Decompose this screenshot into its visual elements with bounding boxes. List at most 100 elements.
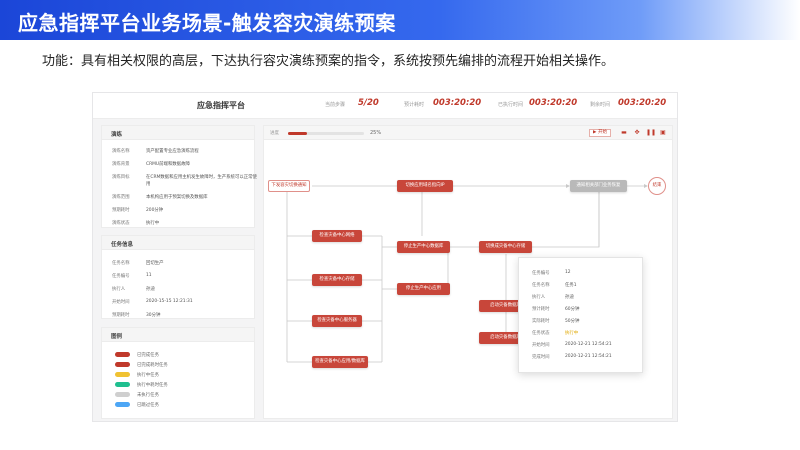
popup-row: 执行人 孙迪 <box>532 294 574 300</box>
popup-row-value: 50分钟 <box>565 319 580 324</box>
flow-node-end[interactable]: 结束 <box>648 177 666 195</box>
stat-value-remaining: 003:20:20 <box>618 98 667 108</box>
app-title: 应急指挥平台 <box>197 101 245 110</box>
legend-swatch <box>115 352 130 357</box>
drill-row-value: 在CRM数据和应用主机发生故障时，生产系统可以正常使用 <box>146 175 257 187</box>
popup-row-value: 2020-12-21 12:54:21 <box>565 354 612 359</box>
flow-node-switch-dns[interactable]: 切换应用域名指向IP <box>397 180 453 192</box>
drill-row: 演练背景 CRMU前端和数据故障 <box>112 161 190 167</box>
popup-row: 任务状态 执行中 <box>532 330 578 336</box>
stat-value-step: 5/20 <box>358 98 379 108</box>
flow-node-start-notice[interactable]: 下发容灾切换通知 <box>268 180 310 192</box>
stat-label-remaining: 剩余时间 <box>590 102 611 108</box>
drill-row-value: 资产配置专业应急演练流程 <box>146 149 199 154</box>
drill-row-label: 演练状态 <box>112 221 130 226</box>
legend-label: 执行中任务 <box>137 373 159 378</box>
stat-label-step: 当前步骤 <box>325 102 346 108</box>
flow-node-notify-recovery[interactable]: 通知相关部门业务恢复 <box>570 180 627 192</box>
popup-row-label: 开始时间 <box>532 343 550 348</box>
task-row: 开始时间 2020-15-15 12:21:31 <box>112 299 193 305</box>
stat-label-estimated: 预计耗时 <box>404 102 425 108</box>
task-row-value: 孙迪 <box>146 287 155 292</box>
task-row-label: 任务名称 <box>112 261 130 266</box>
popup-row-label: 完成时间 <box>532 355 550 360</box>
task-row-value: 回切生产 <box>146 261 164 266</box>
popup-row: 开始时间 2020-12-21 12:54:21 <box>532 342 612 348</box>
drill-row: 预期耗时 200分钟 <box>112 207 163 213</box>
popup-row: 预计耗时 60分钟 <box>532 306 579 312</box>
popup-row-value: 孙迪 <box>565 295 574 300</box>
flow-canvas[interactable]: 进度 25% ▶ 开始 ▬ ✥ ❚❚ ▣ 下发容灾切换通知 检查灾备中心网络 检… <box>263 125 673 419</box>
task-row-value: 30分钟 <box>146 313 161 318</box>
popup-row-label: 执行人 <box>532 295 546 300</box>
flow-node-stop-db[interactable]: 停止生产中心数据库 <box>397 241 450 253</box>
flow-node-check-server[interactable]: 检查灾备中心服务器 <box>312 315 362 327</box>
task-panel: 任务信息 任务名称 回切生产 任务编号 11 执行人 孙迪 开始时间 2020-15-1… <box>101 235 255 319</box>
popup-row-value: 任务1 <box>565 283 577 288</box>
legend-label: 执行中耗时任务 <box>137 383 168 388</box>
title-banner: 应急指挥平台业务场景-触发容灾演练预案 <box>0 0 800 40</box>
legend-label: 已完成任务 <box>137 353 159 358</box>
task-row-value: 2020-15-15 12:21:31 <box>146 299 193 304</box>
popup-row-value: 60分钟 <box>565 307 580 312</box>
legend-label: 未执行任务 <box>137 393 159 398</box>
task-row-label: 预期耗时 <box>112 313 130 318</box>
flow-node-check-app-db[interactable]: 检查灾备中心应用/数据库 <box>312 356 368 368</box>
slide-description: 功能：具有相关权限的高层，下达执行容灾演练预案的指令，系统按预先编排的流程开始相… <box>42 54 615 69</box>
task-row: 预期耗时 30分钟 <box>112 312 160 318</box>
slide: 应急指挥平台业务场景-触发容灾演练预案 功能：具有相关权限的高层，下达执行容灾演… <box>0 0 800 450</box>
popup-row-value: 2020-12-21 12:54:21 <box>565 342 612 347</box>
app-header: 应急指挥平台 当前步骤 5/20 预计耗时 003:20:20 已执行时间 00… <box>93 93 677 119</box>
drill-row-value: 本机构应用于预案切换及数据库 <box>146 195 208 200</box>
flow-node-check-storage[interactable]: 检查灾备中心存储 <box>312 274 362 286</box>
drill-row-label: 演练背景 <box>112 162 130 167</box>
legend-panel-title: 图例 <box>102 328 254 342</box>
popup-row-label: 任务编号 <box>532 271 550 276</box>
task-detail-popup: 任务编号 12 任务名称 任务1 执行人 孙迪 预计耗时 60分钟 实际耗时 50分钟 任… <box>518 257 643 373</box>
popup-row: 实际耗时 50分钟 <box>532 318 579 324</box>
legend-swatch <box>115 402 130 407</box>
popup-row: 任务名称 任务1 <box>532 282 577 288</box>
task-panel-title: 任务信息 <box>102 236 254 250</box>
popup-row-value: 执行中 <box>565 331 579 336</box>
drill-row-label: 演练目标 <box>112 175 130 180</box>
popup-row: 任务编号 12 <box>532 270 571 276</box>
drill-row-value: 执行中 <box>146 221 160 226</box>
popup-row-label: 预计耗时 <box>532 307 550 312</box>
popup-row-label: 任务状态 <box>532 331 550 336</box>
stat-value-estimated: 003:20:20 <box>433 98 482 108</box>
drill-panel-title: 演练 <box>102 126 254 140</box>
stat-label-elapsed: 已执行时间 <box>498 102 524 108</box>
legend-label: 已跳过任务 <box>137 403 159 408</box>
task-row: 执行人 孙迪 <box>112 286 155 292</box>
task-row-label: 任务编号 <box>112 274 130 279</box>
flow-node-check-network[interactable]: 检查灾备中心网络 <box>312 230 362 242</box>
legend-swatch <box>115 372 130 377</box>
task-row-value: 11 <box>146 273 152 278</box>
drill-row: 演练目标 在CRM数据和应用主机发生故障时，生产系统可以正常使用 <box>112 174 257 188</box>
task-row: 任务名称 回切生产 <box>112 260 164 266</box>
drill-panel: 演练 演练名称 资产配置专业应急演练流程 演练背景 CRMU前端和数据故障 演练目标… <box>101 125 257 228</box>
flow-node-stop-app[interactable]: 停止生产中心应用 <box>397 283 450 295</box>
legend-swatch <box>115 392 130 397</box>
stat-value-elapsed: 003:20:20 <box>529 98 578 108</box>
drill-row: 演练状态 执行中 <box>112 220 159 226</box>
popup-row-label: 任务名称 <box>532 283 550 288</box>
drill-row-label: 演练名称 <box>112 149 130 154</box>
task-row: 任务编号 11 <box>112 273 152 279</box>
flow-node-switch-storage[interactable]: 切换成灾备中心存储 <box>479 241 532 253</box>
popup-row-label: 实际耗时 <box>532 319 550 324</box>
popup-row: 完成时间 2020-12-21 12:54:21 <box>532 354 612 360</box>
drill-row-label: 演练范围 <box>112 195 130 200</box>
task-row-label: 开始时间 <box>112 300 130 305</box>
slide-title: 应急指挥平台业务场景-触发容灾演练预案 <box>18 11 396 35</box>
legend-swatch <box>115 382 130 387</box>
drill-row: 演练范围 本机构应用于预案切换及数据库 <box>112 194 207 200</box>
legend-label: 已完成耗时任务 <box>137 363 168 368</box>
legend-panel: 图例 已完成任务 已完成耗时任务 执行中任务 执行中耗时任务 未执行任务 已跳过… <box>101 327 255 419</box>
task-row-label: 执行人 <box>112 287 126 292</box>
popup-row-value: 12 <box>565 270 571 275</box>
drill-row: 演练名称 资产配置专业应急演练流程 <box>112 148 199 154</box>
drill-row-value: CRMU前端和数据故障 <box>146 162 190 167</box>
drill-row-value: 200分钟 <box>146 208 164 213</box>
